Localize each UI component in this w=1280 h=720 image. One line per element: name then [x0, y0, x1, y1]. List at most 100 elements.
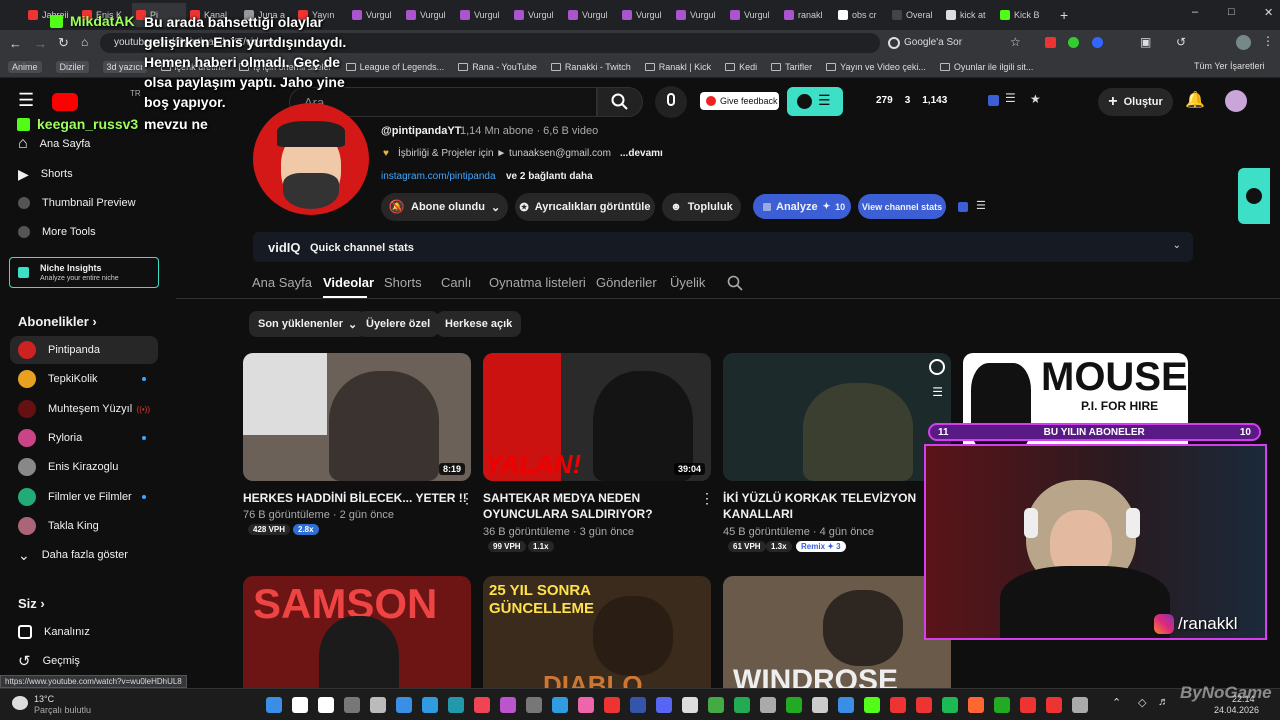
channel-search-icon[interactable] — [727, 275, 743, 291]
add-to-queue-icon[interactable]: ☰ — [932, 385, 943, 399]
list-icon[interactable]: ☰ — [1005, 91, 1016, 105]
browser-tab[interactable]: obs cr — [834, 3, 888, 27]
tab-membership[interactable]: Üyelik — [670, 275, 705, 290]
quick-channel-stats-panel[interactable]: vidIQ Quick channel stats ⌄ — [253, 232, 1193, 262]
browser-tab[interactable]: Vurgul — [726, 3, 780, 27]
more-options-icon[interactable]: ⋮ — [700, 490, 714, 507]
bookmark-item[interactable]: içerik üretimi — [160, 62, 225, 72]
google-ask-label[interactable]: Google'a Sor — [904, 37, 962, 48]
tab-posts[interactable]: Gönderiler — [596, 275, 657, 290]
browser-tab[interactable]: Yayın — [294, 3, 348, 27]
subscribed-button[interactable]: 🔕 Abone olundu ⌄ — [381, 193, 508, 221]
video-thumbnail[interactable]: SAMSON — [243, 576, 471, 704]
hamburger-menu-icon[interactable]: ☰ — [18, 90, 34, 111]
create-button[interactable]: + Oluştur — [1098, 88, 1173, 116]
taskbar-app-icon[interactable] — [1020, 697, 1036, 713]
bookmark-item[interactable]: Kedi — [725, 62, 757, 72]
taskbar-app-icon[interactable] — [838, 697, 854, 713]
view-perks-button[interactable]: ✪ Ayrıcalıkları görüntüle — [515, 193, 655, 221]
url-field[interactable]: youtube.com/@pintipandaYT/videos — [100, 33, 880, 53]
tab-live[interactable]: Canlı — [441, 275, 471, 290]
tab-videos[interactable]: Videolar — [323, 275, 374, 290]
volume-icon[interactable]: ♬ — [1158, 696, 1169, 708]
notifications-bell-icon[interactable]: 🔔 — [1185, 90, 1205, 110]
taskbar-app-icon[interactable] — [422, 697, 438, 713]
video-thumbnail[interactable]: 25 YIL SONRA GÜNCELLEME DIABLO — [483, 576, 711, 704]
more-options-icon[interactable]: ⋮ — [460, 490, 474, 507]
sidebar-item-history[interactable]: ↺ Geçmiş — [10, 647, 158, 675]
browser-tab[interactable]: Vurgul — [618, 3, 672, 27]
maximize-icon[interactable]: □ — [1228, 6, 1235, 18]
list-icon[interactable]: ☰ — [976, 199, 986, 212]
extension-icon[interactable] — [1068, 37, 1079, 48]
new-tab-icon[interactable]: + — [1060, 7, 1068, 23]
taskbar-app-icon[interactable] — [526, 697, 542, 713]
vidiq-badge-icon[interactable] — [958, 202, 968, 212]
channel-link-more[interactable]: ve 2 bağlantı daha — [506, 171, 593, 182]
browser-tab[interactable]: Enis K — [78, 3, 132, 27]
taskbar-app-icon[interactable] — [370, 697, 386, 713]
taskbar-app-icon[interactable] — [1072, 697, 1088, 713]
taskbar-app-icon[interactable] — [968, 697, 984, 713]
browser-tab[interactable]: Vurgul — [348, 3, 402, 27]
taskbar-app-icon[interactable] — [734, 697, 750, 713]
browser-tab[interactable]: Pi — [132, 3, 186, 27]
taskbar-app-icon[interactable] — [890, 697, 906, 713]
browser-tab[interactable]: Vurgul — [456, 3, 510, 27]
chevron-up-icon[interactable]: ⌃ — [1112, 696, 1121, 709]
sidebar-sub-ryloria[interactable]: Ryloria — [10, 424, 158, 452]
minimize-icon[interactable]: – — [1192, 6, 1198, 18]
browser-tab[interactable]: kick at — [942, 3, 996, 27]
bookmark-item[interactable]: Ranakl | Kick — [644, 62, 711, 72]
members-only-chip[interactable]: Üyelere özel — [357, 311, 440, 337]
taskbar-app-icon[interactable] — [630, 697, 646, 713]
taskbar-app-icon[interactable] — [786, 697, 802, 713]
analyze-button[interactable]: Analyze ✦ 10 — [753, 194, 851, 219]
sidebar-sub-filmler[interactable]: Filmler ve Filmler — [10, 483, 158, 511]
video-title[interactable]: İKİ YÜZLÜ KORKAK TELEVİZYON — [723, 490, 916, 506]
all-bookmarks[interactable]: Tüm Yer İşaretleri — [1194, 61, 1265, 71]
youtube-logo[interactable] — [52, 93, 78, 111]
video-title[interactable]: HERKES HADDİNİ BİLECEK... YETER !! — [243, 490, 467, 506]
account-avatar[interactable] — [1225, 90, 1247, 112]
taskbar-app-icon[interactable] — [552, 697, 568, 713]
bookmark-item[interactable]: Tarifler — [771, 62, 812, 72]
sidebar-sub-pintipanda[interactable]: Pintipanda — [10, 336, 158, 364]
community-button[interactable]: ☻ Topluluk — [662, 193, 741, 221]
profile-avatar[interactable] — [1236, 35, 1251, 50]
bookmark-star-icon[interactable]: ☆ — [1010, 35, 1021, 49]
extension-icon[interactable] — [1092, 37, 1103, 48]
bookmark-item[interactable]: 3d yazıcı — [102, 60, 147, 73]
public-chip[interactable]: Herkese açık — [436, 311, 522, 337]
taskbar-app-icon[interactable] — [344, 697, 360, 713]
taskbar-app-icon[interactable] — [1046, 697, 1062, 713]
browser-tab[interactable]: Kanal — [186, 3, 240, 27]
description-more[interactable]: ...devamı — [620, 148, 663, 159]
bookmark-item[interactable]: Ranakki - Twitch — [550, 62, 631, 72]
tab-home[interactable]: Ana Sayfa — [252, 275, 312, 290]
browser-tab[interactable]: Kick B — [996, 3, 1050, 27]
extension-icon[interactable] — [1045, 37, 1056, 48]
sidebar-item-your-channel[interactable]: Kanalınız — [10, 618, 158, 646]
voice-search-button[interactable] — [655, 86, 687, 118]
channel-link[interactable]: instagram.com/pintipanda — [381, 171, 496, 182]
niche-insights-button[interactable]: Niche Insights Analyze your entire niche — [9, 257, 159, 288]
taskbar-app-icon[interactable] — [448, 697, 464, 713]
browser-tab[interactable]: ranakl — [780, 3, 834, 27]
taskbar-app-icon[interactable] — [682, 697, 698, 713]
tab-shorts[interactable]: Shorts — [384, 275, 422, 290]
search-button[interactable] — [597, 87, 643, 117]
reload-icon[interactable]: ↻ — [58, 35, 69, 51]
sidebar-sub-muhtesem[interactable]: Muhteşem Yüzyıl ((•)) — [10, 395, 158, 423]
bookmark-item[interactable]: Oyunlar ile ilgili sit... — [939, 62, 1033, 72]
bookmark-item[interactable]: Yayın ve Video çeki... — [826, 62, 926, 72]
bookmark-item[interactable]: İş için önemli siteler — [239, 62, 332, 72]
browser-tab[interactable]: Vurgul — [402, 3, 456, 27]
sidebar-item-home[interactable]: ⌂ Ana Sayfa — [10, 130, 158, 158]
video-title-line2[interactable]: OYUNCULARA SALDIRIYOR? — [483, 506, 653, 522]
subscriptions-heading[interactable]: Abonelikler › — [18, 314, 97, 329]
taskbar-app-icon[interactable] — [994, 697, 1010, 713]
browser-tab[interactable]: Jahreii — [24, 3, 78, 27]
taskbar-app-icon[interactable] — [396, 697, 412, 713]
video-thumbnail[interactable]: YALAN! 39:04 — [483, 353, 711, 481]
